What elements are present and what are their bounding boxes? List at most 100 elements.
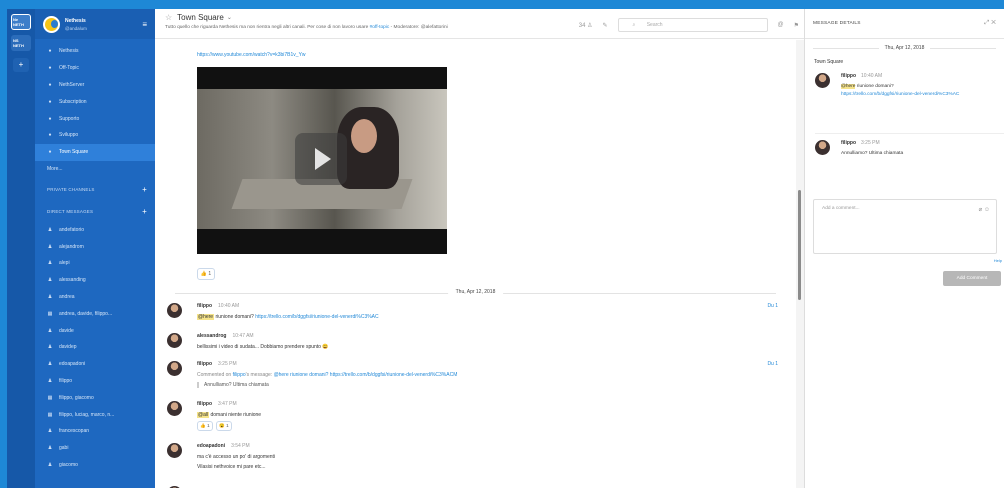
- post-item[interactable]: filippo 10:40 AM @here riunione domani? h…: [167, 303, 786, 333]
- post-time[interactable]: 10:40 AM: [218, 303, 239, 309]
- help-link[interactable]: Help: [994, 258, 1002, 263]
- search-icon: ⌕: [632, 22, 637, 28]
- dm-item[interactable]: ♟ edoapadoni: [35, 356, 155, 373]
- dm-item[interactable]: ♟ andrea: [35, 289, 155, 306]
- mention[interactable]: @here: [841, 84, 856, 89]
- post-time[interactable]: 3:25 PM: [218, 361, 237, 367]
- mention[interactable]: @all: [197, 412, 210, 418]
- add-direct-message-icon[interactable]: +: [142, 207, 147, 216]
- group-dm-item[interactable]: ▦ filippo, giacomo: [35, 389, 155, 406]
- sidebar-item-nethserver[interactable]: ● NethServer: [35, 77, 155, 94]
- rhs-channel-name[interactable]: Town Square: [814, 59, 1004, 65]
- reply-count[interactable]: Du 1: [767, 303, 778, 309]
- dm-item[interactable]: ♟ filippo: [35, 373, 155, 390]
- dm-item[interactable]: ♟ andefatorio: [35, 221, 155, 238]
- reaction-thumbs-up[interactable]: 👍 1: [197, 421, 213, 431]
- team-button-ns[interactable]: NS NETH: [11, 35, 31, 51]
- pin-icon[interactable]: ✎: [602, 22, 607, 29]
- dm-item[interactable]: ♟ davide: [35, 322, 155, 339]
- team-button-nethesis[interactable]: Ne NETH: [11, 14, 31, 30]
- dm-item[interactable]: ♟ alepi: [35, 255, 155, 272]
- post-time[interactable]: 10:40 AM: [861, 73, 882, 79]
- dm-item[interactable]: ♟ giacomo: [35, 457, 155, 474]
- group-dm-item[interactable]: ▦ filippo, luciag, marco, n...: [35, 406, 155, 423]
- post-message: ma c'è accesso un po' di argomenti: [197, 454, 276, 460]
- video-preview[interactable]: [197, 67, 447, 254]
- off-topic-link[interactable]: #off-topic: [370, 25, 390, 30]
- reply-count[interactable]: Du 1: [767, 361, 778, 367]
- avatar[interactable]: [815, 73, 830, 88]
- sidebar-header[interactable]: Nethesis @andalum ≡: [35, 9, 155, 39]
- sidebar-item-nethesis[interactable]: ● Nethesis: [35, 43, 155, 60]
- scrollbar-thumb[interactable]: [798, 190, 801, 300]
- post-author[interactable]: filippo: [197, 303, 212, 309]
- post-author[interactable]: filippo: [197, 401, 212, 407]
- reply-post[interactable]: filippo 3:25 PM Annulliamo? Ultima chiama…: [815, 133, 1004, 163]
- avatar[interactable]: [815, 140, 830, 155]
- star-icon[interactable]: ☆: [165, 13, 172, 22]
- scrollbar[interactable]: [796, 40, 804, 488]
- post-author[interactable]: edoapadoni: [197, 443, 225, 449]
- user-icon: ♟: [47, 327, 53, 334]
- add-private-channel-icon[interactable]: +: [142, 185, 147, 194]
- quoted-link[interactable]: @here riunione domani? https://trello.co…: [274, 372, 458, 378]
- channel-toolbar: 34 ♙ ✎ ⌕ Search @ ⚑: [569, 18, 799, 32]
- root-post[interactable]: filippo 10:40 AM @here riunione domani? ht…: [815, 73, 1004, 133]
- reaction-thumbs-up[interactable]: 👍 1: [197, 268, 215, 280]
- avatar[interactable]: [167, 401, 182, 416]
- expand-icon[interactable]: ⤢: [984, 20, 989, 26]
- trello-link[interactable]: https://trello.com/b/dggfsi/riunione-del…: [255, 314, 378, 320]
- dm-item[interactable]: ♟ alejandrom: [35, 238, 155, 255]
- reaction-surprised[interactable]: 😮 1: [216, 421, 232, 431]
- menu-icon[interactable]: ≡: [142, 20, 147, 29]
- attachment-icon[interactable]: ⌀: [979, 207, 983, 213]
- mention[interactable]: @here: [197, 314, 215, 320]
- add-team-button[interactable]: +: [13, 58, 29, 72]
- channel-title[interactable]: Town Square: [177, 13, 224, 22]
- flag-icon[interactable]: ⚑: [794, 22, 799, 29]
- chevron-down-icon[interactable]: ⌄: [227, 14, 232, 21]
- play-icon[interactable]: [295, 133, 347, 185]
- avatar[interactable]: [167, 333, 182, 348]
- globe-icon: ●: [48, 115, 52, 122]
- avatar[interactable]: [167, 361, 182, 376]
- mentions-icon[interactable]: @: [778, 22, 784, 28]
- post-item[interactable]: filippo 3:47 PM @all domani niente riunio…: [167, 401, 786, 441]
- search-input[interactable]: ⌕ Search: [617, 18, 768, 32]
- more-channels-link[interactable]: More...: [35, 161, 155, 178]
- member-count[interactable]: 34 ♙: [579, 22, 593, 29]
- avatar[interactable]: [167, 443, 182, 458]
- sidebar-item-sviluppo[interactable]: ● Sviluppo: [35, 127, 155, 144]
- post-time[interactable]: 10:47 AM: [232, 333, 253, 339]
- youtube-link[interactable]: https://www.youtube.com/watch?v=k3bi7B1v…: [197, 52, 306, 58]
- emoji-icon[interactable]: ☺: [984, 207, 990, 213]
- user-icon: ♟: [47, 226, 53, 233]
- avatar[interactable]: [167, 303, 182, 318]
- post-author[interactable]: alessandrog: [197, 333, 226, 339]
- post-item[interactable]: alessandrog 10:47 AM bellissimi i video d…: [167, 333, 786, 361]
- group-dm-item[interactable]: ▦ andrea, davide, filippo...: [35, 305, 155, 322]
- close-icon[interactable]: ✕: [991, 20, 996, 26]
- sidebar-item-town-square[interactable]: ● Town Square: [35, 143, 155, 161]
- post-author[interactable]: filippo: [841, 140, 856, 146]
- dm-item[interactable]: ♟ alessanding: [35, 272, 155, 289]
- sidebar-item-off-topic[interactable]: ● Off-Topic: [35, 60, 155, 77]
- comment-input[interactable]: Add a comment... ⌀ ☺: [813, 199, 997, 254]
- post-author[interactable]: filippo: [841, 73, 856, 79]
- post-item[interactable]: filippo 3:25 PM Commented on filippo's me…: [167, 361, 786, 401]
- add-comment-button[interactable]: Add Comment: [943, 271, 1001, 286]
- trello-link[interactable]: https://trello.com/b/dggfsi/riunione-del…: [841, 92, 959, 97]
- post-time[interactable]: 3:25 PM: [861, 140, 880, 146]
- dm-item[interactable]: ♟ davidep: [35, 339, 155, 356]
- sidebar-item-supporto[interactable]: ● Supporto: [35, 110, 155, 127]
- dm-item[interactable]: ♟ francescopan: [35, 423, 155, 440]
- sidebar-item-subscription[interactable]: ● Subscription: [35, 93, 155, 110]
- post-author[interactable]: filippo: [197, 361, 212, 367]
- user-icon: ♟: [47, 293, 53, 300]
- channel-list: ● Nethesis ● Off-Topic ● NethServer ● Subscr…: [35, 39, 155, 473]
- dm-item[interactable]: ♟ gabi: [35, 440, 155, 457]
- post-time[interactable]: 3:54 PM: [231, 443, 250, 449]
- group-icon: ▦: [47, 411, 53, 418]
- post-time[interactable]: 3:47 PM: [218, 401, 237, 407]
- post-item[interactable]: edoapadoni 3:54 PM ma c'è accesso un po' …: [167, 443, 786, 483]
